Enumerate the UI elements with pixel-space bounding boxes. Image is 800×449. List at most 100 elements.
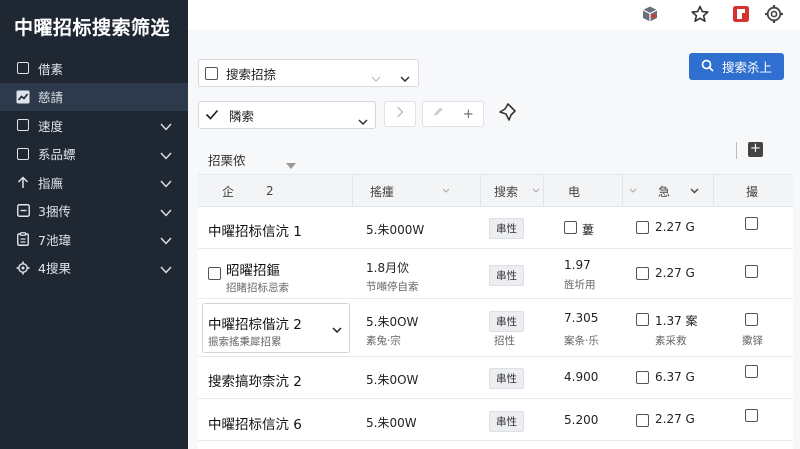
sidebar-item-label: 7池瑋 <box>38 232 71 248</box>
sidebar-item-0[interactable]: 借素 <box>0 54 188 83</box>
search-button-label: 搜索杀上 <box>721 60 772 75</box>
row-c4-check-label: 蔞 <box>582 223 595 237</box>
minus-box-icon <box>16 204 30 218</box>
main-content: 搜索招捺 搜索杀上 隣索 + 招栗侬 + 企 2 搖瘇 搜索 电 急 撮 中曜招… <box>188 30 800 449</box>
arrow-up-icon <box>16 175 30 189</box>
sidebar-item-2[interactable]: 速度 <box>0 111 188 140</box>
group-label: 招栗侬 <box>208 153 246 168</box>
table-row[interactable]: 中曜招标信沆 1 5.朱000W 串性 蔞 2.27 G <box>198 207 793 249</box>
sidebar-item-3[interactable]: 系品螵 <box>0 140 188 169</box>
status-badge: 串性 <box>489 411 524 432</box>
table-header: 企 2 搖瘇 搜索 电 急 撮 <box>198 175 793 207</box>
search-select[interactable]: 搜索招捺 <box>198 59 419 87</box>
header-col4[interactable]: 电 <box>568 175 580 207</box>
red-app-icon[interactable] <box>731 4 751 24</box>
sidebar-item-label: 慈請 <box>38 90 64 106</box>
row-checkbox[interactable] <box>564 221 577 234</box>
row-c4: 1.97 <box>564 258 591 272</box>
row-c5-sub: 素采救 <box>655 335 687 347</box>
results-table: 企 2 搖瘇 搜索 电 急 撮 中曜招标信沆 1 5.朱000W 串性 蔞 2.… <box>198 174 793 449</box>
plus-label: + <box>462 106 474 122</box>
header-col2[interactable]: 搖瘇 <box>370 175 394 207</box>
row-c4-sub: 旌圻用 <box>564 279 596 291</box>
sort-icon[interactable] <box>629 175 637 207</box>
chevron-down-icon[interactable] <box>332 318 342 337</box>
chevron-down-icon[interactable] <box>160 262 172 277</box>
table-row[interactable]: 搜索搞珎柰沆 2 5.朱0OW 串性 4.900 6.37 G <box>198 357 793 399</box>
cube-icon[interactable] <box>640 4 660 24</box>
table-row[interactable]: 昭曜招鏂 招睹招标忌索 1.8月佽 节噸停自索 串性 1.97 旌圻用 2.27… <box>198 249 793 299</box>
sidebar-item-7[interactable]: 4搜果 <box>0 254 188 283</box>
status-badge: 串性 <box>489 265 524 286</box>
row-name: 昭曜招鏂 <box>226 263 280 279</box>
row-amount: 5.朱0OW <box>366 373 419 387</box>
row-checkbox[interactable] <box>745 265 758 278</box>
chevron-down-icon <box>400 70 410 85</box>
chevron-down-icon[interactable] <box>160 205 172 220</box>
app-title: 中曜招标搜索筛选 <box>14 17 171 39</box>
header-col5[interactable]: 急 <box>658 175 670 207</box>
sort-select-label: 隣索 <box>229 108 255 124</box>
row-checkbox[interactable] <box>745 365 758 378</box>
sidebar-item-label: 4搜果 <box>38 261 71 277</box>
add-column-icon[interactable]: + <box>748 142 763 157</box>
table-row[interactable]: 中曜招标信沆 6 5.朱00W 串性 5.200 2.27 G <box>198 399 793 441</box>
sidebar-item-5[interactable]: 3捆传 <box>0 197 188 226</box>
pencil-icon <box>432 106 444 122</box>
table-row[interactable]: 中曜招棕偕沆 2 振索搖秉犀招累 5.朱0OW 素兔·宗 串性 招性 7.305… <box>198 299 793 357</box>
row-c4: 7.305 <box>564 311 599 325</box>
select-checkbox[interactable] <box>205 66 218 80</box>
row-checkbox[interactable] <box>636 371 649 384</box>
row-checkbox[interactable] <box>745 217 758 230</box>
search-icon <box>701 59 714 75</box>
chevron-down-icon[interactable] <box>160 148 172 163</box>
search-select-label: 搜索招捺 <box>226 66 277 82</box>
row-amount-sub: 素兔·宗 <box>366 335 401 347</box>
chevron-down-icon[interactable] <box>160 233 172 248</box>
trend-chart-icon <box>16 90 30 104</box>
forward-button[interactable] <box>384 101 416 127</box>
sort-select[interactable]: 隣索 <box>198 101 376 129</box>
row-checkbox[interactable] <box>745 409 758 422</box>
row-name: 中曜招标信沆 6 <box>208 417 302 433</box>
settings-icon[interactable] <box>764 4 784 24</box>
divider <box>736 142 737 159</box>
checkbox-icon <box>16 118 30 132</box>
row-checkbox[interactable] <box>636 414 649 427</box>
chevron-down-icon[interactable] <box>286 154 296 173</box>
row-c5: 2.27 G <box>655 266 695 280</box>
search-button[interactable]: 搜索杀上 <box>689 53 784 80</box>
header-col3[interactable]: 搜索 <box>494 175 518 207</box>
row-amount: 5.朱0OW <box>366 315 419 329</box>
sort-icon[interactable] <box>690 175 699 207</box>
pin-icon[interactable] <box>498 102 518 126</box>
sort-icon[interactable] <box>442 175 450 207</box>
row-amount: 1.8月佽 <box>366 261 410 275</box>
sidebar-item-1[interactable]: 慈請 <box>0 82 188 111</box>
chevron-down-icon[interactable] <box>160 176 172 191</box>
sort-icon[interactable] <box>532 175 540 207</box>
sidebar-item-label: 3捆传 <box>38 204 71 220</box>
chevron-down-icon[interactable] <box>160 119 172 134</box>
row-checkbox[interactable] <box>636 267 649 280</box>
row-checkbox[interactable] <box>208 267 221 280</box>
status-badge: 串性 <box>489 311 524 332</box>
clipboard-icon <box>16 232 30 247</box>
chevron-right-icon <box>396 106 404 122</box>
sidebar: 中曜招标搜索筛选 借素 慈請 速度 系品螵 指廡 3捆传 7池瑋 4搜果 <box>0 0 188 449</box>
row-c5: 2.27 G <box>655 220 695 234</box>
header-col6[interactable]: 撮 <box>746 175 758 207</box>
header-col1-a: 企 <box>222 184 235 199</box>
sidebar-item-6[interactable]: 7池瑋 <box>0 225 188 254</box>
gear-icon <box>16 261 30 275</box>
row-name: 中曜招标信沆 1 <box>208 224 302 240</box>
sidebar-item-label: 指廡 <box>38 175 64 191</box>
row-checkbox[interactable] <box>636 221 649 234</box>
row-sub: 招睹招标忌索 <box>226 282 289 294</box>
row-checkbox[interactable] <box>636 313 649 326</box>
sidebar-item-4[interactable]: 指廡 <box>0 168 188 197</box>
row-c4: 5.200 <box>564 413 599 427</box>
row-checkbox[interactable] <box>745 313 758 326</box>
edit-add-button[interactable]: + <box>422 101 484 127</box>
star-icon[interactable] <box>690 4 710 24</box>
